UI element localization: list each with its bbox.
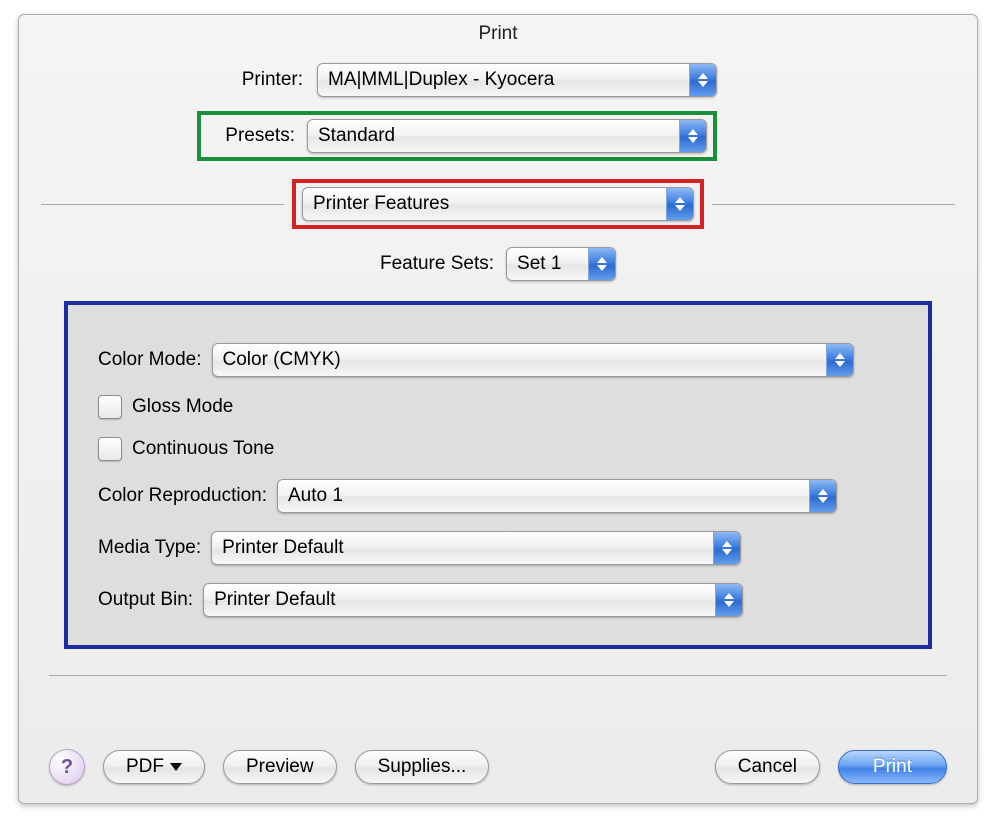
continuous-tone-checkbox[interactable] (98, 437, 122, 461)
updown-arrows-icon (826, 344, 853, 376)
updown-arrows-icon (715, 584, 742, 616)
bottom-divider (49, 675, 947, 676)
color-mode-popup[interactable]: Color (CMYK) (212, 343, 854, 377)
presets-value: Standard (308, 125, 679, 147)
section-row: Printer Features (19, 179, 977, 229)
feature-sets-popup[interactable]: Set 1 (506, 247, 616, 281)
printer-value: MA|MML|Duplex - Kyocera (318, 69, 689, 91)
printer-popup[interactable]: MA|MML|Duplex - Kyocera (317, 63, 717, 97)
media-type-label: Media Type: (98, 537, 201, 559)
feature-sets-label: Feature Sets: (380, 253, 494, 275)
print-button[interactable]: Print (838, 750, 947, 784)
updown-arrows-icon (588, 248, 615, 280)
color-reproduction-value: Auto 1 (278, 485, 809, 507)
color-mode-value: Color (CMYK) (213, 349, 826, 371)
updown-arrows-icon (809, 480, 836, 512)
divider-line (712, 204, 955, 205)
media-type-row: Media Type: Printer Default (98, 531, 898, 565)
print-button-label: Print (873, 756, 912, 778)
color-mode-label: Color Mode: (98, 349, 202, 371)
section-highlight: Printer Features (292, 179, 704, 229)
continuous-tone-row: Continuous Tone (98, 437, 898, 461)
feature-panel: Color Mode: Color (CMYK) Gloss Mode Cont… (64, 301, 932, 649)
presets-highlight: Presets: Standard (197, 111, 977, 161)
updown-arrows-icon (689, 64, 716, 96)
section-value: Printer Features (303, 193, 666, 215)
help-button[interactable]: ? (49, 749, 85, 785)
media-type-value: Printer Default (212, 537, 713, 559)
updown-arrows-icon (679, 120, 706, 152)
divider-line (41, 204, 284, 205)
color-reproduction-popup[interactable]: Auto 1 (277, 479, 837, 513)
supplies-button-label: Supplies... (378, 756, 467, 778)
bottom-bar: ? PDF Preview Supplies... Cancel Print (19, 749, 977, 785)
output-bin-value: Printer Default (204, 589, 715, 611)
color-mode-row: Color Mode: Color (CMYK) (98, 343, 898, 377)
updown-arrows-icon (666, 188, 693, 220)
color-reproduction-label: Color Reproduction: (98, 485, 267, 507)
gloss-mode-checkbox[interactable] (98, 395, 122, 419)
output-bin-row: Output Bin: Printer Default (98, 583, 898, 617)
top-area: Printer: MA|MML|Duplex - Kyocera Presets… (19, 57, 977, 676)
pdf-button[interactable]: PDF (103, 750, 205, 784)
output-bin-popup[interactable]: Printer Default (203, 583, 743, 617)
supplies-button[interactable]: Supplies... (355, 750, 490, 784)
printer-label: Printer: (213, 69, 303, 91)
print-dialog: Print Printer: MA|MML|Duplex - Kyocera P… (18, 14, 978, 804)
presets-popup[interactable]: Standard (307, 119, 707, 153)
help-icon: ? (61, 756, 73, 779)
gloss-mode-row: Gloss Mode (98, 395, 898, 419)
pdf-button-label: PDF (126, 756, 164, 778)
feature-sets-value: Set 1 (507, 253, 588, 275)
continuous-tone-label: Continuous Tone (132, 438, 274, 460)
color-reproduction-row: Color Reproduction: Auto 1 (98, 479, 898, 513)
media-type-popup[interactable]: Printer Default (211, 531, 741, 565)
cancel-button-label: Cancel (738, 756, 797, 778)
cancel-button[interactable]: Cancel (715, 750, 820, 784)
updown-arrows-icon (713, 532, 740, 564)
preview-button[interactable]: Preview (223, 750, 337, 784)
gloss-mode-label: Gloss Mode (132, 396, 233, 418)
printer-row: Printer: MA|MML|Duplex - Kyocera (213, 63, 977, 97)
preview-button-label: Preview (246, 756, 314, 778)
feature-sets-row: Feature Sets: Set 1 (19, 247, 977, 281)
triangle-down-icon (170, 763, 182, 771)
window-title: Print (19, 15, 977, 57)
output-bin-label: Output Bin: (98, 589, 193, 611)
presets-label: Presets: (207, 125, 295, 147)
section-popup[interactable]: Printer Features (302, 187, 694, 221)
